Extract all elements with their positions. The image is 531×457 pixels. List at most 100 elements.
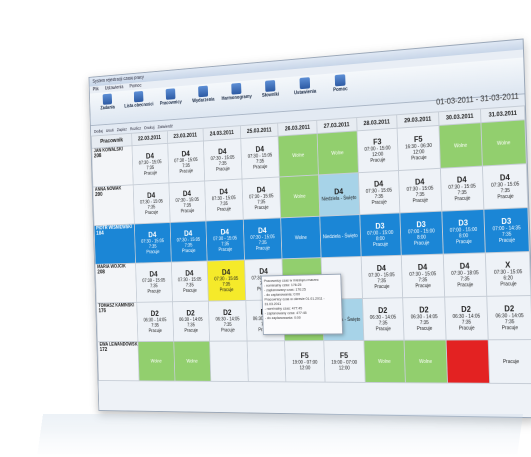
employee-cell[interactable]: EWA LEWANDOWSKA 172 (97, 341, 140, 381)
shift-status: Pracuje (215, 166, 230, 173)
ribbon-button-label: Harmonogramy (221, 93, 252, 102)
employee-cell[interactable]: TOMASZ KAMIŃSKI 176 (96, 302, 138, 342)
shift-cell[interactable]: D3 07:00 - 15:00 8:00 Pracuje (359, 212, 402, 257)
shift-cell[interactable]: D206:30 - 14:057:35Pracuje (136, 301, 174, 342)
shift-cell[interactable]: Wolne (278, 133, 319, 177)
ribbon-button[interactable]: Lista obecności (124, 90, 154, 109)
shift-cell[interactable]: D206:30 - 14:057:35Pracuje (208, 300, 247, 342)
employee-cell[interactable]: JAN KOWALSKI 208 (91, 145, 134, 188)
menu-help[interactable]: Pomoc (129, 82, 141, 90)
ribbon-button[interactable]: Wydarzenia (188, 85, 219, 105)
attendance-icon (133, 90, 144, 103)
shift-status: Wolne (150, 358, 162, 364)
shift-cell[interactable]: Wolne (137, 341, 175, 382)
shift-cell[interactable]: D407:30 - 15:057:35Pracuje (358, 170, 401, 215)
shift-cell[interactable]: D407:30 - 15:057:35Pracuje (171, 261, 209, 302)
shift-cell[interactable]: F3 07:00 - 15:00 12:00 Pracuje (356, 128, 399, 173)
ribbon-button[interactable]: Pomoc (323, 73, 357, 94)
shift-status: Pracuje (502, 358, 520, 365)
shift-cell[interactable]: F5 19:00 - 07:00 12:00 (284, 340, 326, 383)
employee-total: 176 (98, 308, 107, 315)
shift-cell[interactable]: F5 16:30 - 06:30 12:00 Pracuje (397, 125, 441, 171)
shift-cell[interactable]: D407:30 - 15:057:35Pracuje (167, 141, 205, 183)
settings-icon (299, 77, 311, 90)
shift-cell[interactable]: D407:30 - 15:057:35Pracuje (132, 143, 169, 185)
shift-cell[interactable]: Wolne (404, 339, 448, 384)
shift-cell[interactable]: D407:30 - 15:057:35Pracuje (401, 254, 445, 298)
ribbon-button[interactable]: Harmonogramy (221, 82, 253, 102)
shift-cell[interactable]: D4 Niedziela - Święto (318, 172, 360, 217)
action-button[interactable]: Rozlicz (130, 125, 141, 130)
shift-cell[interactable]: D407:30 - 15:057:35Pracuje (206, 219, 245, 262)
shift-cell[interactable]: Wolne (438, 122, 483, 169)
shift-cell[interactable]: D407:30 - 15:057:35Pracuje (169, 220, 208, 263)
shift-status: Pracuje (218, 246, 233, 253)
ribbon-button-label: Lista obecności (124, 101, 154, 110)
shift-cell[interactable]: D3 07:00 - 15:00 8:00 Pracuje (441, 209, 486, 255)
shift-cell[interactable]: Wolne (481, 119, 527, 167)
shift-cell[interactable]: D206:30 - 14:057:35Pracuje (487, 295, 531, 340)
shift-status: Pracuje (375, 326, 392, 333)
ribbon-button[interactable]: Ustawienia (288, 76, 321, 96)
ribbon-button[interactable]: Zadania (93, 93, 122, 112)
shift-status: Pracuje (184, 328, 199, 334)
shift-cell[interactable] (445, 339, 490, 384)
shift-cell[interactable]: D407:30 - 15:057:35Pracuje (440, 166, 485, 212)
shift-cell[interactable] (246, 340, 287, 382)
ribbon-button-label: Zadania (100, 104, 115, 112)
action-button[interactable]: Drukuj (144, 125, 154, 130)
shift-cell[interactable]: D407:30 - 15:057:35Pracuje (135, 262, 173, 303)
shift-status: Pracuje (455, 238, 472, 246)
shift-cell[interactable]: Wolne (280, 216, 322, 259)
shift-cell[interactable]: D3 07:00 - 15:00 8:00 Pracuje (400, 211, 444, 256)
shift-status: Pracuje (497, 193, 514, 201)
shift-cell[interactable]: D407:30 - 15:057:35Pracuje (240, 136, 280, 179)
shift-cell[interactable]: D407:30 - 15:057:35Pracuje (207, 259, 246, 302)
shift-status: Pracuje (183, 288, 197, 294)
shift-cell[interactable]: X 07:30 - 15:05 6:20 Pracuje (485, 251, 531, 297)
shift-cell[interactable]: D407:30 - 15:057:35Pracuje (203, 138, 242, 181)
shift-cell[interactable]: Pracuje (488, 339, 531, 384)
shift-cell[interactable]: D4 07:30 - 18:05 7:35 Pracuje (443, 252, 488, 298)
ribbon-button[interactable]: Pracownicy (156, 87, 186, 107)
shift-cell[interactable]: D206:30 - 14:057:35Pracuje (172, 301, 210, 342)
shift-cell[interactable]: D407:30 - 15:057:35Pracuje (360, 255, 403, 299)
shift-cell[interactable] (209, 341, 249, 382)
shift-status: Wolne (292, 152, 305, 159)
shift-cell[interactable]: D206:30 - 14:057:35Pracuje (402, 297, 446, 341)
ribbon-button-label: Pomoc (333, 86, 348, 94)
action-button[interactable]: Dodaj (94, 128, 103, 133)
shift-cell[interactable]: Wolne (279, 174, 320, 218)
shift-cell[interactable]: D407:30 - 15:057:35Pracuje (204, 178, 244, 221)
shift-cell[interactable]: D407:30 - 15:057:35Pracuje (241, 176, 281, 220)
shift-cell[interactable]: D407:30 - 15:057:35Pracuje (133, 182, 170, 224)
shift-cell[interactable]: Wolne (363, 340, 406, 383)
shift-cell[interactable]: D3 07:00 - 14:35 7:35 Pracuje (484, 207, 530, 253)
shift-cell[interactable]: D407:30 - 15:057:35Pracuje (134, 222, 172, 264)
action-button[interactable]: Zatwierdź (157, 123, 172, 129)
shift-cell[interactable]: D407:30 - 15:057:35Pracuje (168, 180, 207, 223)
action-button[interactable]: Usuń (106, 127, 114, 132)
employee-cell[interactable]: PIOTR WIŚNIEWSKI 184 (94, 223, 136, 265)
shift-cell[interactable]: F5 19:00 - 07:00 12:00 (323, 340, 365, 383)
shift-cell[interactable]: D407:30 - 15:057:35Pracuje (482, 163, 528, 210)
action-button[interactable]: Zapisz (117, 127, 127, 132)
ribbon-button[interactable]: Słowniki (254, 79, 286, 99)
shift-cell[interactable]: Niedziela - Święto (319, 214, 361, 258)
shift-status: Pracuje (217, 206, 232, 213)
shift-cell[interactable]: D407:30 - 15:057:35Pracuje (398, 168, 442, 213)
employee-cell[interactable]: MARIA WÓJCIK 208 (95, 263, 137, 304)
shift-status: Wolne (453, 142, 468, 149)
shift-status: Pracuje (454, 195, 471, 203)
shift-cell[interactable]: D407:30 - 15:057:35Pracuje (243, 217, 283, 260)
employee-cell[interactable]: ANNA NOWAK 200 (92, 184, 135, 226)
shift-cell[interactable]: Wolne (317, 130, 359, 175)
schedule-grid: Pracownik 22.03.2011 23.03.2011 24.03.2011… (91, 105, 531, 417)
menu-file[interactable]: Plik (93, 86, 99, 94)
shift-cell[interactable]: Wolne (173, 341, 211, 382)
shift-duration: 12:00 (299, 365, 311, 372)
shift-cell[interactable]: D206:30 - 14:057:35Pracuje (444, 296, 489, 340)
help-icon (334, 74, 346, 87)
shift-cell[interactable]: D206:30 - 14:057:35Pracuje (362, 297, 405, 341)
shift-status: Pracuje (371, 199, 387, 206)
